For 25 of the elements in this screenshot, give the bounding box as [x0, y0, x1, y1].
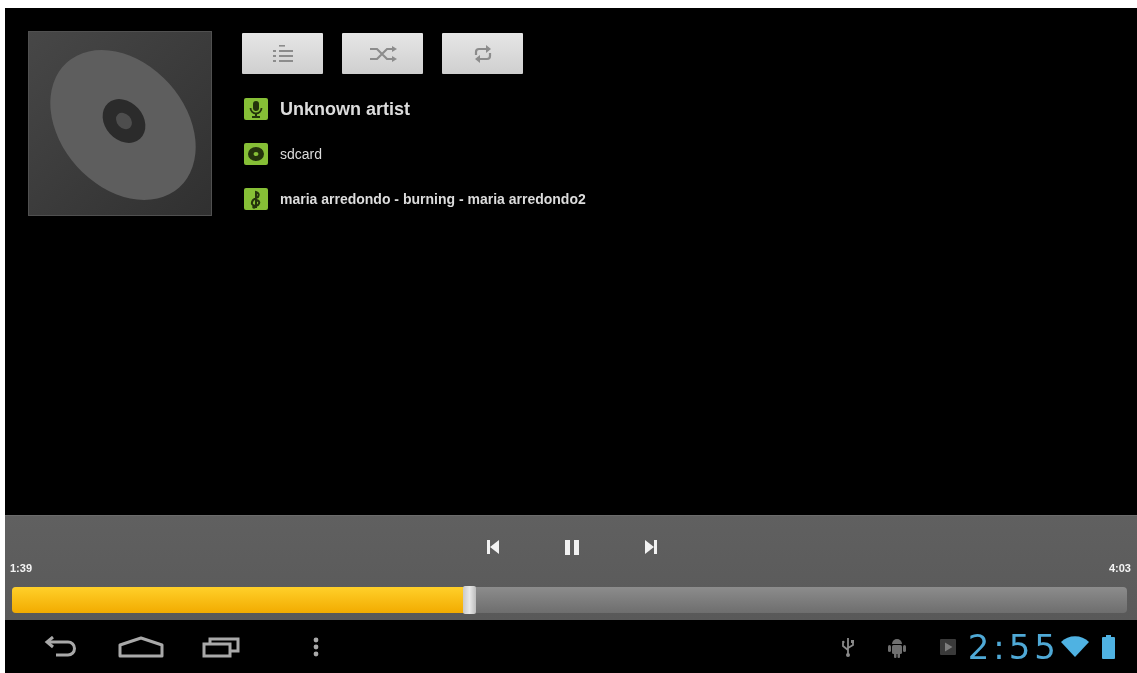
microphone-icon	[244, 98, 268, 120]
back-icon	[43, 635, 79, 658]
track-title: maria arredondo - burning - maria arredondo2	[280, 190, 586, 209]
playlist-button[interactable]	[242, 33, 323, 74]
shuffle-button[interactable]	[342, 33, 423, 74]
recent-apps-icon	[202, 635, 240, 658]
repeat-button[interactable]	[442, 33, 523, 74]
total-duration: 4:03	[1108, 561, 1131, 575]
elapsed-time: 1:39	[10, 561, 33, 575]
previous-icon	[486, 540, 499, 554]
battery-icon	[1102, 634, 1115, 659]
artist-name: Unknown artist	[280, 99, 410, 119]
usb-icon	[841, 636, 854, 657]
list-icon	[272, 45, 293, 62]
shuffle-icon	[368, 45, 397, 62]
status-clock: 2:55	[967, 626, 1060, 667]
pause-icon	[564, 539, 579, 555]
music-note-icon	[244, 188, 268, 210]
repeat-icon	[472, 43, 493, 64]
home-icon	[118, 635, 164, 658]
play-icon	[939, 638, 956, 655]
next-icon	[644, 540, 657, 554]
album-name: sdcard	[280, 145, 323, 164]
wifi-icon	[1060, 635, 1090, 658]
menu-icon	[313, 636, 319, 657]
